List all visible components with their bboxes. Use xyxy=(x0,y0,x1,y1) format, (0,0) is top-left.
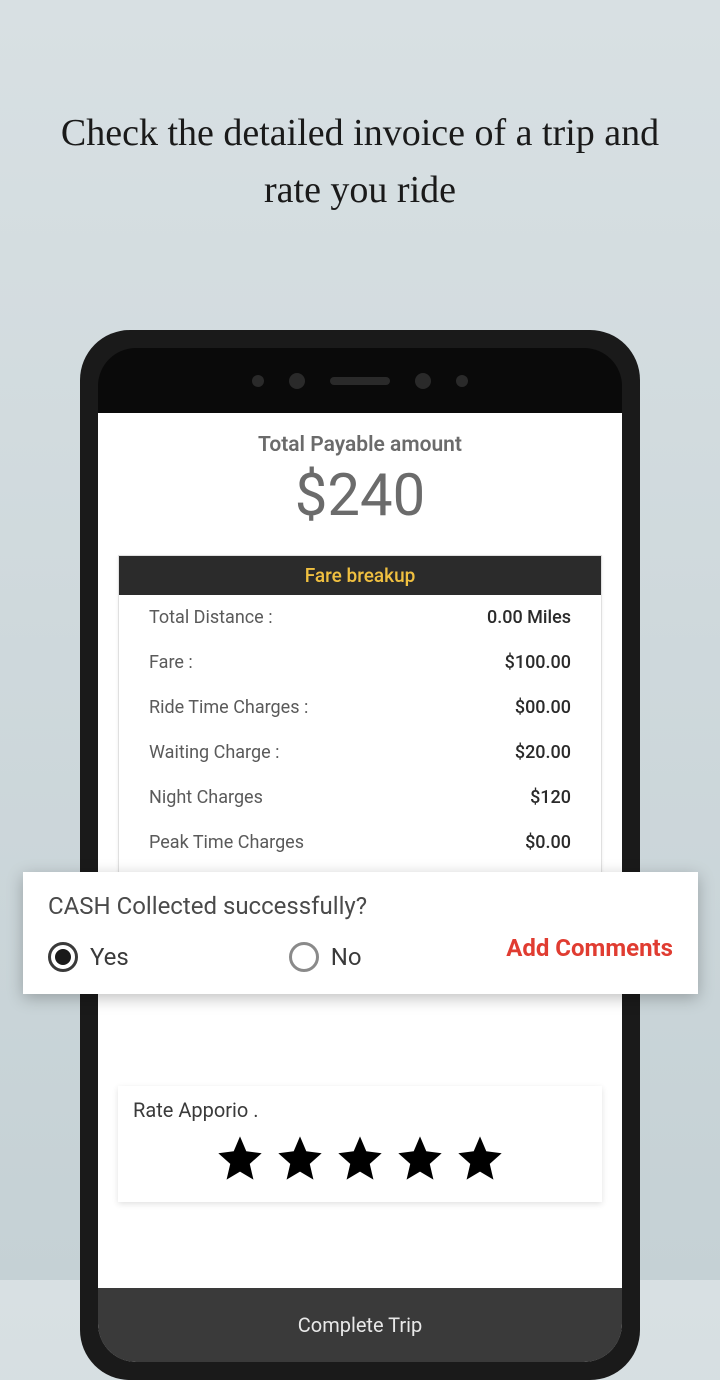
fare-label: Fare : xyxy=(149,652,193,673)
fare-value: 0.00 Miles xyxy=(487,607,571,628)
fare-row-fare: Fare : $100.00 xyxy=(119,640,601,685)
radio-yes-label: Yes xyxy=(90,943,129,971)
fare-breakup-table: Fare breakup Total Distance : 0.00 Miles… xyxy=(118,555,602,911)
radio-circle-icon xyxy=(289,942,319,972)
fare-row-distance: Total Distance : 0.00 Miles xyxy=(119,595,601,640)
fare-value: $120 xyxy=(530,787,571,808)
cash-collected-card: CASH Collected successfully? Yes No Add … xyxy=(23,872,698,994)
phone-sensors xyxy=(98,348,622,413)
radio-yes[interactable]: Yes xyxy=(48,942,129,972)
phone-inner: Total Payable amount $240 Fare breakup T… xyxy=(98,348,622,1362)
total-section: Total Payable amount $240 xyxy=(98,413,622,555)
radio-no-label: No xyxy=(331,943,362,971)
star-icon[interactable] xyxy=(274,1132,326,1184)
star-icon[interactable] xyxy=(394,1132,446,1184)
radio-dot-icon xyxy=(55,949,71,965)
star-icon[interactable] xyxy=(454,1132,506,1184)
fare-value: $00.00 xyxy=(515,697,571,718)
fare-row-night: Night Charges $120 xyxy=(119,775,601,820)
fare-label: Ride Time Charges : xyxy=(149,697,308,718)
total-label: Total Payable amount xyxy=(98,433,622,457)
radio-circle-icon xyxy=(48,942,78,972)
cash-options: Yes No Add Comments xyxy=(48,942,673,972)
fare-value: $0.00 xyxy=(525,832,571,853)
fare-row-waiting: Waiting Charge : $20.00 xyxy=(119,730,601,775)
radio-no[interactable]: No xyxy=(289,942,362,972)
fare-label: Night Charges xyxy=(149,787,263,808)
promo-heading: Check the detailed invoice of a trip and… xyxy=(0,0,720,219)
fare-row-peak: Peak Time Charges $0.00 xyxy=(119,820,601,865)
fare-value: $20.00 xyxy=(515,742,571,763)
cash-question: CASH Collected successfully? xyxy=(48,892,673,920)
star-rating[interactable] xyxy=(133,1132,587,1184)
rate-label: Rate Apporio . xyxy=(133,1098,587,1122)
total-amount: $240 xyxy=(98,462,622,530)
complete-trip-button[interactable]: Complete Trip xyxy=(98,1288,622,1362)
star-icon[interactable] xyxy=(334,1132,386,1184)
add-comments-link[interactable]: Add Comments xyxy=(506,934,673,962)
fare-label: Total Distance : xyxy=(149,607,273,628)
fare-label: Peak Time Charges xyxy=(149,832,304,853)
rate-section: Rate Apporio . xyxy=(118,1086,602,1202)
fare-value: $100.00 xyxy=(505,652,571,673)
fare-row-ride-time: Ride Time Charges : $00.00 xyxy=(119,685,601,730)
fare-header: Fare breakup xyxy=(119,556,601,595)
phone-frame: Total Payable amount $240 Fare breakup T… xyxy=(80,330,640,1380)
fare-label: Waiting Charge : xyxy=(149,742,279,763)
star-icon[interactable] xyxy=(214,1132,266,1184)
